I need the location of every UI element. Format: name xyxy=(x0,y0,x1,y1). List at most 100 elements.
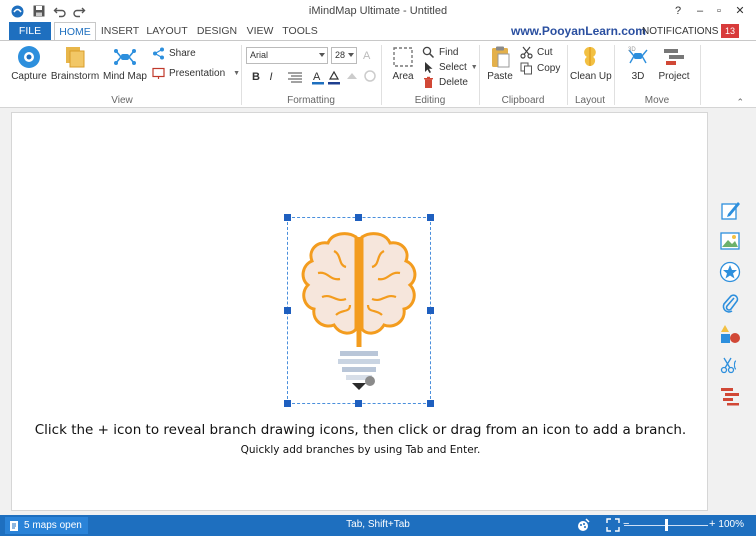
ribbon: Capture Brainstorm Mind Map Share Presen… xyxy=(0,40,756,108)
paste-button[interactable]: Paste xyxy=(484,44,516,82)
scissors-icon xyxy=(520,46,533,59)
resize-handle[interactable] xyxy=(427,307,434,314)
collapse-ribbon-icon[interactable]: ⌃ xyxy=(736,97,744,108)
title-bar: iMindMap Ultimate - Untitled ? – ▫ ✕ xyxy=(0,0,756,22)
mind-map-canvas[interactable]: Click the + icon to reveal branch drawin… xyxy=(11,112,708,511)
share-icon xyxy=(153,47,164,59)
3d-label: 3D xyxy=(631,71,645,82)
zoom-level: 100% xyxy=(718,519,744,530)
minimize-button[interactable]: – xyxy=(692,3,708,19)
paperclip-icon[interactable] xyxy=(719,292,741,314)
clean-up-icon xyxy=(584,47,596,66)
project-button[interactable]: Project xyxy=(656,44,692,82)
resize-handle[interactable] xyxy=(427,400,434,407)
formatting-group-label: Formatting xyxy=(287,95,335,106)
grow-font-icon[interactable]: A xyxy=(362,47,376,61)
3d-view-icon: 3D xyxy=(628,47,648,64)
capture-label: Capture xyxy=(11,71,47,82)
tab-insert[interactable]: INSERT xyxy=(98,22,142,41)
fit-to-screen-icon[interactable] xyxy=(606,518,620,532)
tab-layout[interactable]: LAYOUT xyxy=(144,22,190,41)
select-button[interactable]: Select ▼ xyxy=(422,59,478,75)
resize-handle[interactable] xyxy=(284,307,291,314)
align-icon[interactable] xyxy=(287,70,303,84)
notifications-badge[interactable]: 13 xyxy=(721,24,739,38)
tab-file[interactable]: FILE xyxy=(9,22,51,41)
area-label: Area xyxy=(392,71,414,82)
notifications-link[interactable]: NOTIFICATIONS xyxy=(642,22,718,41)
delete-label: Delete xyxy=(439,76,468,88)
paste-label: Paste xyxy=(487,71,513,82)
italic-button[interactable]: I xyxy=(264,69,278,85)
restore-button[interactable]: ▫ xyxy=(711,3,727,19)
share-label: Share xyxy=(169,47,196,59)
scissors-code-icon[interactable] xyxy=(719,354,741,376)
pencil-icon[interactable] xyxy=(719,199,741,221)
layout-group-label: Layout xyxy=(574,95,606,106)
select-label: Select xyxy=(439,61,467,73)
shapes-icon[interactable] xyxy=(719,323,741,345)
resize-handle[interactable] xyxy=(355,400,362,407)
presentation-dropdown-icon[interactable]: ▼ xyxy=(233,70,240,77)
cut-button[interactable]: Cut xyxy=(520,44,553,60)
clear-format-icon[interactable] xyxy=(363,69,377,83)
canvas-hint-secondary: Quickly add branches by using Tab and En… xyxy=(240,444,481,456)
svg-text:3D: 3D xyxy=(628,47,636,53)
3d-button[interactable]: 3D 3D xyxy=(624,44,652,82)
select-dropdown-icon[interactable]: ▼ xyxy=(471,64,478,71)
cursor-icon xyxy=(425,61,433,73)
project-icon xyxy=(664,49,684,65)
search-icon xyxy=(422,46,435,58)
brainstorm-label: Brainstorm xyxy=(50,71,100,82)
clean-up-button[interactable]: Clean Up xyxy=(570,44,612,82)
copy-button[interactable]: Copy xyxy=(520,60,560,76)
project-label: Project xyxy=(658,71,690,82)
font-family-select[interactable]: Arial xyxy=(246,47,328,64)
close-button[interactable]: ✕ xyxy=(732,3,748,19)
tab-design[interactable]: DESIGN xyxy=(195,22,239,41)
workspace: Click the + icon to reveal branch drawin… xyxy=(0,108,756,515)
mind-map-label: Mind Map xyxy=(103,71,147,82)
resize-handle[interactable] xyxy=(284,214,291,221)
presentation-button[interactable]: Presentation ▼ xyxy=(152,65,240,81)
tab-home[interactable]: HOME xyxy=(54,22,96,42)
canvas-hint-primary: Click the + icon to reveal branch drawin… xyxy=(34,422,687,438)
editing-group-label: Editing xyxy=(414,95,446,106)
resize-handle[interactable] xyxy=(427,214,434,221)
font-color-icon[interactable]: A xyxy=(311,69,325,85)
brain-lightbulb-image xyxy=(301,232,417,390)
find-button[interactable]: Find xyxy=(422,44,458,60)
theme-icon[interactable] xyxy=(576,518,590,532)
gantt-icon[interactable] xyxy=(719,385,741,407)
mind-map-button[interactable]: Mind Map xyxy=(103,44,147,82)
area-button[interactable]: Area xyxy=(388,44,418,82)
brainstorm-button[interactable]: Brainstorm xyxy=(50,44,100,82)
zoom-slider-thumb[interactable] xyxy=(665,519,668,531)
font-size-value: 28 xyxy=(335,50,346,60)
clipboard-icon xyxy=(492,46,510,68)
image-icon[interactable] xyxy=(719,230,741,252)
right-tool-panel xyxy=(712,108,756,515)
help-button[interactable]: ? xyxy=(670,3,686,19)
ribbon-tab-row: FILE HOME INSERT LAYOUT DESIGN VIEW TOOL… xyxy=(0,22,756,42)
zoom-out-button[interactable]: − xyxy=(623,518,629,530)
resize-handle[interactable] xyxy=(355,214,362,221)
bold-button[interactable]: B xyxy=(249,69,263,85)
star-icon[interactable] xyxy=(719,261,741,283)
tab-tools[interactable]: TOOLS xyxy=(280,22,320,41)
font-family-value: Arial xyxy=(250,50,269,60)
trash-icon xyxy=(424,76,433,88)
capture-button[interactable]: Capture xyxy=(10,44,48,82)
resize-handle[interactable] xyxy=(284,400,291,407)
zoom-in-button[interactable]: + xyxy=(709,518,715,530)
delete-button[interactable]: Delete xyxy=(422,74,468,90)
tab-view[interactable]: VIEW xyxy=(243,22,277,41)
font-size-select[interactable]: 28 xyxy=(331,47,357,64)
brainstorm-icon xyxy=(66,47,85,68)
share-button[interactable]: Share xyxy=(152,45,196,61)
shape-style-icon[interactable] xyxy=(345,69,359,83)
presentation-label: Presentation xyxy=(169,67,226,79)
area-select-icon xyxy=(393,47,413,67)
website-link[interactable]: www.PooyanLearn.com xyxy=(511,22,646,41)
highlight-color-icon[interactable] xyxy=(327,69,341,85)
